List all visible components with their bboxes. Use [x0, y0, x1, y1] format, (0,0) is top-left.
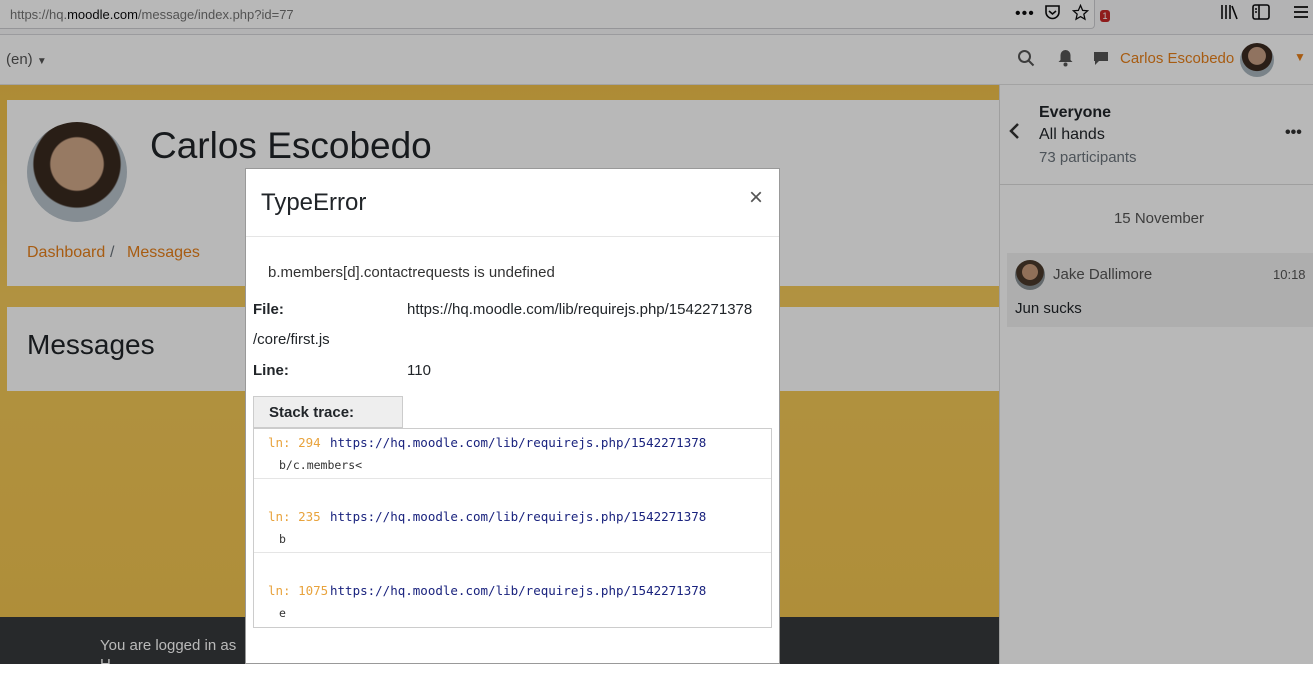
dialog-header-divider: [246, 236, 779, 237]
stack-line-number: ln: 1075: [268, 583, 329, 598]
line-value: 110: [407, 362, 431, 379]
stack-trace-label: Stack trace:: [269, 404, 355, 421]
dialog-title: TypeError: [261, 189, 367, 216]
line-label: Line:: [253, 362, 289, 379]
stack-separator: [254, 478, 771, 479]
stack-line-number: ln: 294: [268, 435, 321, 450]
stack-url: https://hq.moodle.com/lib/requirejs.php/…: [330, 583, 707, 598]
file-label: File:: [253, 301, 284, 318]
stack-separator: [254, 552, 771, 553]
file-value-continued: /core/first.js: [253, 331, 330, 348]
error-message: b.members[d].contactrequests is undefine…: [268, 264, 555, 281]
file-value: https://hq.moodle.com/lib/requirejs.php/…: [407, 301, 753, 318]
close-icon[interactable]: ×: [749, 184, 763, 212]
stack-function: b: [279, 532, 286, 546]
stack-line-number: ln: 235: [268, 509, 321, 524]
stack-function: e: [279, 606, 286, 620]
stack-url: https://hq.moodle.com/lib/requirejs.php/…: [330, 509, 707, 524]
stack-function: b/c.members<: [279, 458, 363, 472]
stack-url: https://hq.moodle.com/lib/requirejs.php/…: [330, 435, 707, 450]
